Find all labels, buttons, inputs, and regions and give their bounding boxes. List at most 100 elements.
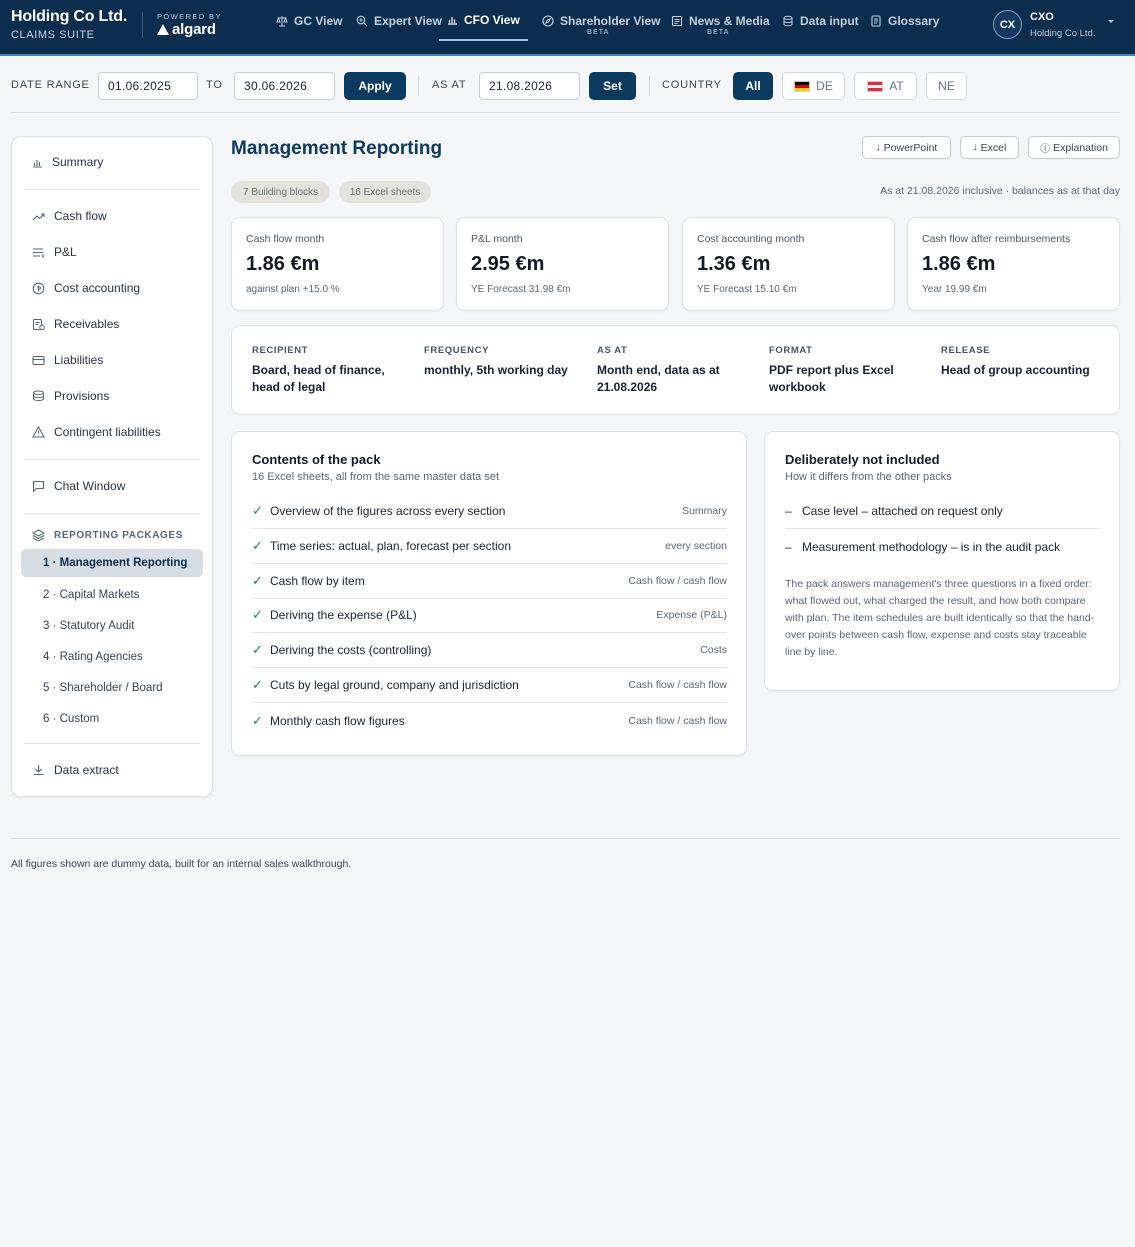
nav-data-input-label: Data input xyxy=(800,13,859,28)
as-at-label: AS AT xyxy=(432,79,467,91)
nav-expert-view-label: Expert View xyxy=(374,13,442,28)
package-meta-card: RECIPIENT Board, head of finance, head o… xyxy=(231,325,1120,415)
filter-divider xyxy=(649,76,650,96)
user-menu[interactable]: CX CXO Holding Co Ltd. xyxy=(993,10,1123,40)
country-de-label: DE xyxy=(816,79,833,93)
sidebar-item-provisions[interactable]: Provisions xyxy=(24,384,202,408)
set-button[interactable]: Set xyxy=(589,72,636,100)
kpi-value: 1.86 €m xyxy=(922,253,996,275)
nav-gc-view[interactable]: GC View xyxy=(276,0,342,41)
list-item: ✓ Overview of the figures across every se… xyxy=(252,494,727,529)
brand[interactable]: Holding Co Ltd. CLAIMS SUITE xyxy=(11,8,127,41)
package-statutory-audit[interactable]: 3 · Statutory Audit xyxy=(21,612,203,640)
package-rating-agencies[interactable]: 4 · Rating Agencies xyxy=(21,643,203,671)
reporting-packages-heading: REPORTING PACKAGES xyxy=(32,529,183,541)
sidebar-item-summary[interactable]: Summary xyxy=(24,150,202,174)
meta-frequency: FREQUENCY monthly, 5th working day xyxy=(424,345,584,379)
database-icon xyxy=(783,15,793,26)
nav-expert-view[interactable]: Expert View xyxy=(356,0,442,41)
date-to-input[interactable]: 30.06.2026 xyxy=(234,72,335,100)
sidebar-item-pl[interactable]: P&L xyxy=(24,240,202,264)
kpi-card-cash-flow-month: Cash flow month 1.86 €m against plan +15… xyxy=(231,217,444,311)
nav-news-media-label: News & Media xyxy=(689,13,770,28)
nav-shareholder-view-label: Shareholder View xyxy=(560,13,661,28)
meta-label: RECIPIENT xyxy=(252,345,309,356)
brand-divider xyxy=(142,12,143,38)
list-item-text: Measurement methodology – is in the audi… xyxy=(802,539,1061,554)
date-from-input[interactable]: 01.06.2025 xyxy=(98,72,198,100)
germany-flag-icon xyxy=(794,80,811,92)
country-all-chip[interactable]: All xyxy=(733,72,773,100)
meta-recipient: RECIPIENT Board, head of finance, head o… xyxy=(252,345,412,396)
download-arrow-icon: ↓ xyxy=(875,142,881,153)
meta-as-at: AS AT Month end, data as at 21.08.2026 xyxy=(597,345,757,396)
card-subtitle: How it differs from the other packs xyxy=(785,471,952,483)
warning-icon xyxy=(32,426,45,438)
kpi-value: 1.86 €m xyxy=(246,253,320,275)
sidebar-item-receivables[interactable]: Receivables xyxy=(24,312,202,336)
explanation-paragraph: The pack answers management's three ques… xyxy=(785,578,1095,658)
meta-label: FREQUENCY xyxy=(424,345,490,356)
apply-button[interactable]: Apply xyxy=(344,72,406,100)
sidebar-item-contingent-liabilities[interactable]: Contingent liabilities xyxy=(24,420,202,444)
list-item: ✓ Deriving the expense (P&L) Expense (P&L) xyxy=(252,598,727,633)
date-range-label: DATE RANGE xyxy=(11,79,90,91)
bar-chart-icon xyxy=(33,159,42,168)
list-item: – Measurement methodology – is in the aud… xyxy=(785,529,1100,564)
meta-value: Head of group accounting xyxy=(941,363,1090,377)
avatar: CX xyxy=(993,10,1022,39)
country-at-label: AT xyxy=(889,79,904,93)
nav-data-input[interactable]: Data input xyxy=(782,0,859,41)
as-at-input[interactable]: 21.08.2026 xyxy=(479,72,580,100)
country-de-chip[interactable]: DE xyxy=(782,72,845,100)
package-shareholder-board[interactable]: 5 · Shareholder / Board xyxy=(21,674,203,702)
list-item-text: Overview of the figures across every sec… xyxy=(270,504,506,518)
sidebar-item-cost-accounting[interactable]: Cost accounting xyxy=(24,276,202,300)
card-icon xyxy=(32,355,45,365)
package-management-reporting[interactable]: 1 · Management Reporting xyxy=(21,549,203,577)
austria-flag-icon xyxy=(867,80,884,92)
explanation-button[interactable]: ⓘ Explanation xyxy=(1028,136,1120,159)
kpi-subtext: Year 19.99 €m xyxy=(922,284,987,295)
kpi-label: Cost accounting month xyxy=(697,233,805,245)
list-item-meta: Cash flow / cash flow xyxy=(628,679,727,691)
check-icon: ✓ xyxy=(252,677,263,692)
sidebar-divider xyxy=(24,189,200,190)
sidebar-item-cash-flow[interactable]: Cash flow xyxy=(24,204,202,228)
brand-title: Holding Co Ltd. xyxy=(11,8,128,25)
country-ne-chip[interactable]: NE xyxy=(926,72,967,100)
kpi-label: P&L month xyxy=(471,233,523,245)
sidebar-item-liabilities[interactable]: Liabilities xyxy=(24,348,202,372)
sidebar-item-data-extract[interactable]: Data extract xyxy=(24,758,202,782)
news-beta-badge: BETA xyxy=(707,29,730,36)
nav-cfo-view[interactable]: CFO View xyxy=(439,0,528,41)
kpi-value: 1.36 €m xyxy=(697,253,771,275)
country-at-chip[interactable]: AT xyxy=(854,72,917,100)
nav-glossary[interactable]: Glossary xyxy=(870,0,939,41)
info-icon: ⓘ xyxy=(1040,144,1051,155)
sidebar-item-label: Contingent liabilities xyxy=(54,425,161,439)
bar-chart-icon xyxy=(448,17,457,25)
as-at-note: As at 21.08.2026 inclusive · balances as… xyxy=(880,185,1120,197)
list-lines-icon xyxy=(33,247,45,258)
list-item: ✓ Cuts by legal ground, company and juris… xyxy=(252,668,727,703)
excel-download-button[interactable]: ↓ Excel xyxy=(960,136,1019,159)
coin-icon xyxy=(32,282,45,294)
algard-logo: algard xyxy=(157,21,222,38)
kpi-label: Cash flow month xyxy=(246,233,325,245)
card-title: Contents of the pack xyxy=(252,452,381,467)
powerpoint-download-button[interactable]: ↓ PowerPoint xyxy=(862,136,951,159)
sidebar-item-chat-window[interactable]: Chat Window xyxy=(24,474,202,498)
kpi-card-cash-flow-after-reimbursements: Cash flow after reimbursements 1.86 €m Y… xyxy=(907,217,1120,311)
kpi-subtext: YE Forecast 31.98 €m xyxy=(471,284,571,295)
page-title: Management Reporting xyxy=(231,138,443,159)
brand-subtitle: CLAIMS SUITE xyxy=(11,29,95,41)
package-capital-markets[interactable]: 2 · Capital Markets xyxy=(21,581,203,609)
invoice-icon xyxy=(32,318,45,330)
user-role: CXO xyxy=(1030,11,1054,23)
kpi-card-cost-accounting-month: Cost accounting month 1.36 €m YE Forecas… xyxy=(682,217,895,311)
newspaper-icon xyxy=(671,15,683,26)
list-item-text: Deriving the costs (controlling) xyxy=(270,643,432,657)
sidebar-divider xyxy=(24,743,200,744)
package-custom[interactable]: 6 · Custom xyxy=(21,705,203,733)
